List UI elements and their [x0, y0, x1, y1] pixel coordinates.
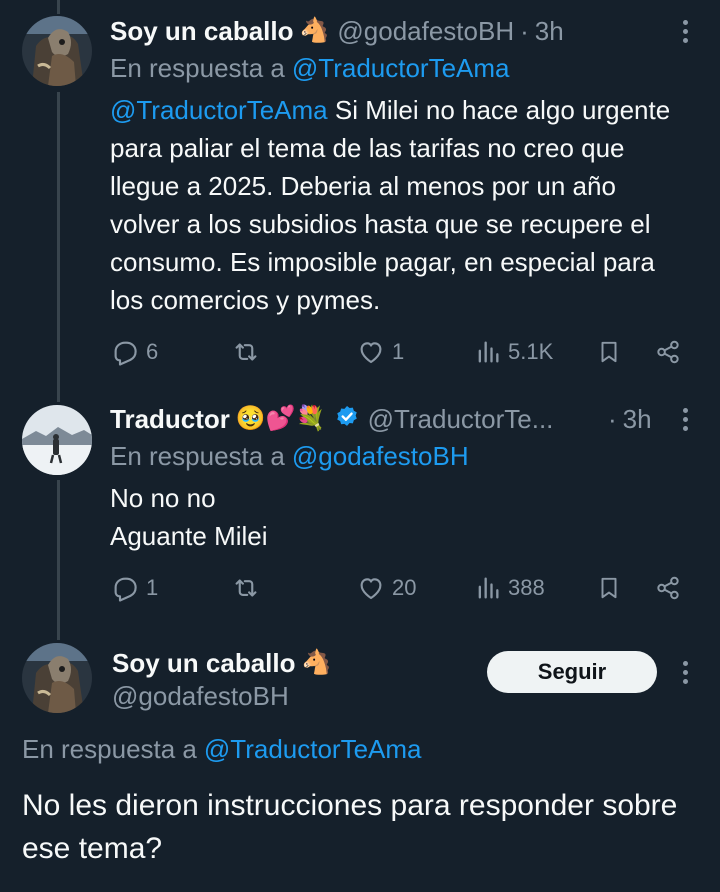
reply-context: En respuesta a @TraductorTeAma [22, 733, 422, 765]
mention-link[interactable]: @TraductorTeAma [110, 95, 328, 125]
display-name[interactable]: Soy un caballo [112, 648, 296, 679]
reply-count: 1 [146, 575, 159, 600]
reply-icon [114, 577, 137, 602]
avatar[interactable] [22, 643, 92, 713]
bookmark-button[interactable] [596, 568, 622, 608]
views-count: 5.1K [508, 339, 554, 364]
like-icon [360, 578, 382, 600]
views-icon [478, 577, 499, 599]
views-button[interactable]: 5.1K [474, 332, 553, 372]
tweet-line: No no no [110, 483, 216, 513]
share-button[interactable] [654, 332, 682, 372]
thread-connector [57, 480, 60, 640]
horse-emoji: 🐴 [301, 649, 332, 676]
timestamp[interactable]: 3h [535, 16, 564, 47]
views-button[interactable]: 388 [474, 568, 545, 608]
retweet-icon [235, 579, 257, 597]
tweet-line: Aguante Milei [110, 521, 268, 551]
retweet-icon [235, 343, 257, 361]
timestamp[interactable]: 3h [623, 404, 652, 435]
reply-to-link[interactable]: @godafestoBH [292, 441, 469, 472]
thread-connector [57, 0, 60, 14]
more-icon[interactable] [675, 16, 695, 46]
like-button[interactable]: 1 [356, 332, 404, 372]
avatar[interactable] [22, 405, 92, 475]
tweet-text: @TraductorTeAma Si Milei no hace algo ur… [110, 91, 690, 319]
horse-emoji: 🐴 [299, 17, 330, 44]
display-name[interactable]: Traductor [110, 404, 230, 435]
reply-to-link[interactable]: @TraductorTeAma [204, 734, 422, 765]
more-icon[interactable] [675, 657, 695, 687]
retweet-button[interactable] [230, 332, 268, 372]
reply-prefix: En respuesta a [110, 52, 285, 83]
user-handle[interactable]: @godafestoBH [337, 16, 514, 47]
reply-context: En respuesta a @TraductorTeAma [110, 52, 510, 84]
reply-button[interactable]: 6 [110, 332, 158, 372]
separator-dot: · [520, 15, 529, 46]
follow-button[interactable]: Seguir [487, 651, 657, 693]
separator-dot: · [608, 403, 617, 434]
views-count: 388 [508, 575, 545, 600]
retweet-button[interactable] [230, 568, 268, 608]
verified-icon [334, 404, 360, 435]
tweet-actions: 6 1 5.1K [110, 332, 690, 372]
tweet-header: Soy un caballo 🐴 @godafestoBH · 3h [110, 14, 564, 48]
user-handle[interactable]: @TraductorTe... [368, 404, 554, 435]
user-handle[interactable]: @godafestoBH [112, 681, 289, 712]
reply-to-link[interactable]: @TraductorTeAma [292, 53, 510, 84]
avatar[interactable] [22, 16, 92, 86]
like-icon [360, 342, 382, 364]
share-button[interactable] [654, 568, 682, 608]
like-count: 1 [392, 339, 405, 364]
share-icon [657, 576, 679, 600]
like-button[interactable]: 20 [356, 568, 416, 608]
more-icon[interactable] [675, 404, 695, 434]
emoji-group: 🥹💕💐 [235, 405, 326, 432]
reply-icon [114, 341, 137, 366]
reply-prefix: En respuesta a [22, 733, 197, 764]
main-tweet-text: No les dieron instrucciones para respond… [22, 789, 678, 865]
tweet-header: Traductor 🥹💕💐 @TraductorTe... [110, 402, 553, 436]
bookmark-icon [601, 341, 617, 363]
main-handle-row: @godafestoBH [112, 680, 289, 712]
bookmark-button[interactable] [596, 332, 622, 372]
display-name[interactable]: Soy un caballo [110, 16, 294, 47]
tweet-time: · 3h [608, 402, 652, 436]
bookmark-icon [601, 577, 617, 599]
reply-button[interactable]: 1 [110, 568, 158, 608]
like-count: 20 [392, 575, 417, 600]
main-author: Soy un caballo 🐴 [112, 646, 331, 680]
thread-connector [57, 92, 60, 402]
reply-prefix: En respuesta a [110, 440, 285, 471]
tweet-actions: 1 20 388 [110, 568, 690, 608]
views-icon [478, 341, 499, 363]
tweet-body: Si Milei no hace algo urgente para palia… [110, 95, 671, 315]
reply-count: 6 [146, 339, 159, 364]
share-icon [657, 340, 679, 364]
reply-context: En respuesta a @godafestoBH [110, 440, 469, 472]
tweet-text: No no no Aguante Milei [110, 479, 690, 555]
